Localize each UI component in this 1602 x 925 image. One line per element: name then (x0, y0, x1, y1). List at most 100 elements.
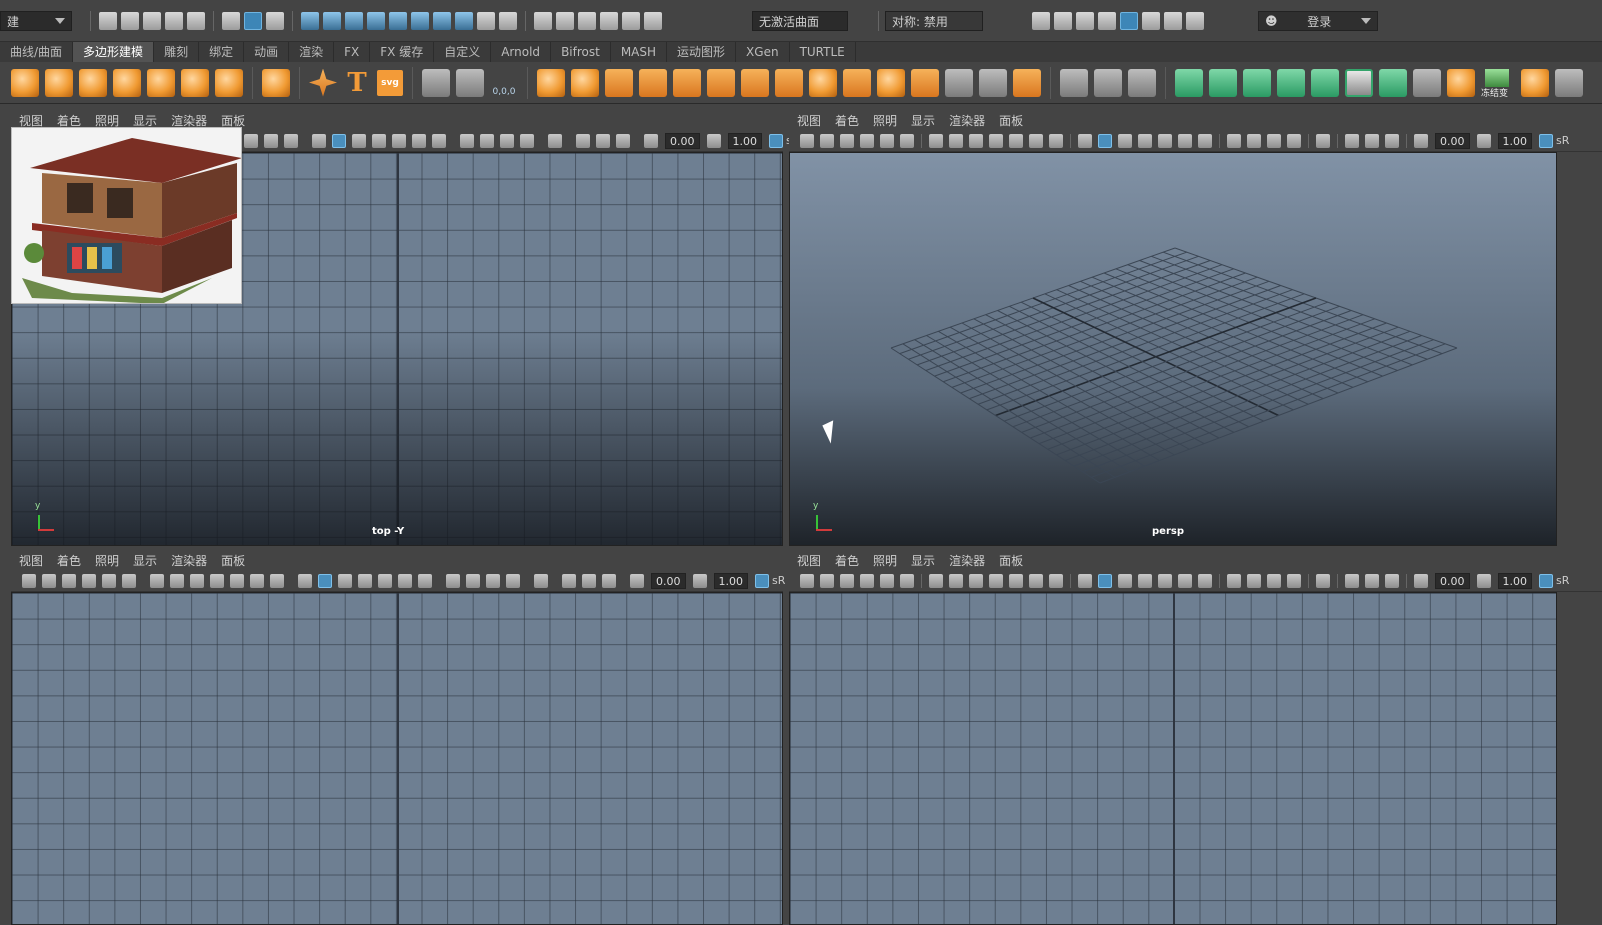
color-management-icon[interactable] (1539, 573, 1553, 588)
image-plane-icon[interactable] (82, 573, 96, 588)
boolean-union-icon[interactable] (673, 68, 701, 97)
xray-icon[interactable] (392, 133, 406, 148)
bevel-icon[interactable] (809, 68, 837, 97)
live-surface-field[interactable]: 无激活曲面 (752, 11, 848, 31)
snap-grid-icon[interactable] (301, 12, 319, 30)
menu-lighting[interactable]: 照明 (873, 112, 897, 129)
grease-pencil-icon[interactable] (122, 573, 136, 588)
poly-plane-icon[interactable] (181, 68, 209, 97)
color-space-label[interactable]: sR (1556, 574, 1569, 587)
backface-icon[interactable] (616, 133, 630, 148)
menu-lighting[interactable]: 照明 (95, 112, 119, 129)
text-tool-icon[interactable]: T (343, 68, 371, 98)
xray-joints-icon[interactable] (1345, 573, 1359, 588)
menu-shading[interactable]: 着色 (835, 112, 859, 129)
textured-icon[interactable] (1138, 573, 1152, 588)
camera-attributes-icon[interactable] (820, 573, 834, 588)
menu-renderer[interactable]: 渲染器 (171, 112, 207, 129)
lights-icon[interactable] (398, 573, 412, 588)
backface-icon[interactable] (602, 573, 616, 588)
motion-blur-icon[interactable] (1247, 573, 1261, 588)
shelf-tab[interactable]: 自定义 (434, 42, 492, 62)
anti-alias-icon[interactable] (1267, 573, 1281, 588)
ambient-occlusion-icon[interactable] (460, 133, 474, 148)
menu-view[interactable]: 视图 (797, 552, 821, 569)
shelf-tab[interactable]: TURTLE (790, 42, 856, 62)
color-space-label[interactable]: sR (1556, 134, 1569, 147)
camera-select-icon[interactable] (800, 133, 814, 148)
motion-blur-icon[interactable] (1247, 133, 1261, 148)
default-material-icon[interactable] (338, 573, 352, 588)
gamma-field[interactable]: 1.00 (713, 572, 748, 589)
field-chart-icon[interactable] (1009, 573, 1023, 588)
menu-panels[interactable]: 面板 (221, 552, 245, 569)
super-shape-icon[interactable] (309, 68, 337, 97)
pause-icon[interactable] (1186, 12, 1204, 30)
shelf-tab[interactable]: 绑定 (199, 42, 245, 62)
camera-attributes-icon[interactable] (820, 133, 834, 148)
gate-mask-icon[interactable] (210, 573, 224, 588)
motion-blur-icon[interactable] (480, 133, 494, 148)
color-management-icon[interactable] (769, 133, 783, 148)
lights-icon[interactable] (1178, 573, 1192, 588)
smooth-shade-icon[interactable] (1098, 133, 1112, 148)
resolution-gate-icon[interactable] (284, 133, 298, 148)
target-weld-icon[interactable] (1128, 68, 1156, 97)
shadows-icon[interactable] (432, 133, 446, 148)
lasso-icon[interactable] (534, 12, 552, 30)
image-plane-icon[interactable] (860, 573, 874, 588)
xray-active-icon[interactable] (582, 573, 596, 588)
shelf-tab[interactable]: 运动图形 (667, 42, 737, 62)
menu-show[interactable]: 显示 (133, 552, 157, 569)
save-scene-icon[interactable] (143, 12, 161, 30)
viewport-persp[interactable]: y persp (789, 152, 1557, 546)
film-gate-icon[interactable] (949, 133, 963, 148)
snap-live-icon[interactable] (411, 12, 429, 30)
exposure-icon[interactable] (1414, 133, 1428, 148)
2d-pan-zoom-icon[interactable] (102, 573, 116, 588)
textured-icon[interactable] (372, 133, 386, 148)
layout-uv-icon[interactable] (1345, 68, 1373, 97)
menu-show[interactable]: 显示 (911, 112, 935, 129)
shelf-tab[interactable]: 渲染 (289, 42, 335, 62)
exposure-field[interactable]: 0.00 (665, 132, 700, 149)
history-icon[interactable] (644, 12, 662, 30)
svg-tool-icon[interactable]: svg (377, 69, 403, 96)
new-scene-icon[interactable] (99, 12, 117, 30)
viewport-front[interactable] (11, 592, 783, 925)
separate-icon[interactable] (571, 68, 599, 97)
shadows-icon[interactable] (1198, 573, 1212, 588)
shelf-tab[interactable]: 动画 (244, 42, 290, 62)
menu-renderer[interactable]: 渲染器 (949, 112, 985, 129)
gamma-field[interactable]: 1.00 (727, 132, 762, 149)
triangulate-icon[interactable] (877, 68, 905, 97)
textured-icon[interactable] (358, 573, 372, 588)
xray-icon[interactable] (1158, 573, 1172, 588)
undo-icon[interactable] (165, 12, 183, 30)
shelf-tab[interactable]: Bifrost (551, 42, 611, 62)
resolution-gate-icon[interactable] (969, 573, 983, 588)
exposure-field[interactable]: 0.00 (1435, 572, 1470, 589)
exposure-icon[interactable] (644, 133, 658, 148)
select-component-icon[interactable] (266, 12, 284, 30)
xray-joints-icon[interactable] (562, 573, 576, 588)
help-icon[interactable] (455, 12, 473, 30)
field-chart-icon[interactable] (1009, 133, 1023, 148)
menu-show[interactable]: 显示 (911, 552, 935, 569)
grid-icon[interactable] (929, 573, 943, 588)
wireframe-icon[interactable] (312, 133, 326, 148)
lasso-select-icon[interactable] (556, 12, 574, 30)
xray-active-icon[interactable] (1365, 573, 1379, 588)
safe-title-icon[interactable] (270, 573, 284, 588)
menu-renderer[interactable]: 渲染器 (949, 552, 985, 569)
light-editor-icon[interactable] (1164, 12, 1182, 30)
camera-select-icon[interactable] (800, 573, 814, 588)
hypershade-icon[interactable] (1120, 12, 1138, 30)
select-hierarchy-icon[interactable] (222, 12, 240, 30)
magnet-icon[interactable] (499, 12, 517, 30)
shelf-tab[interactable]: MASH (611, 42, 668, 62)
safe-action-icon[interactable] (250, 573, 264, 588)
ambient-occlusion-icon[interactable] (1227, 133, 1241, 148)
poly-torus-icon[interactable] (147, 68, 175, 97)
safe-action-icon[interactable] (1029, 133, 1043, 148)
